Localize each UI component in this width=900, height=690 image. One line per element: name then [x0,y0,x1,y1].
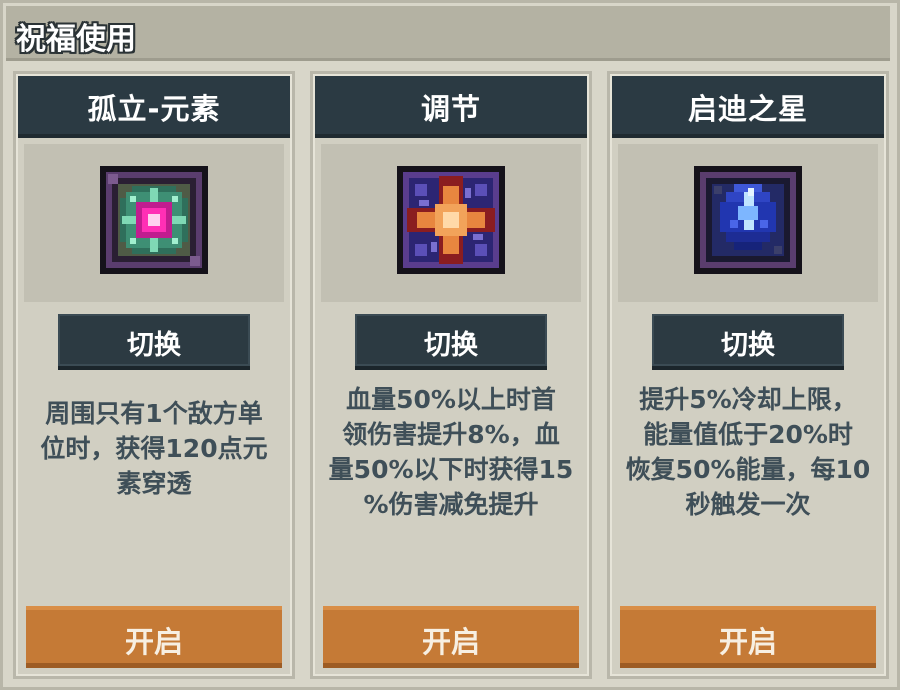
description-line: 恢复50%能量，每10 [625,455,871,484]
switch-button-label: 切换 [424,330,478,361]
icon-panel [24,144,284,302]
description-line: 领伤害提升8%，血 [342,420,560,449]
description-line: 血量50%以上时首 [346,385,556,414]
card-title: 启迪之星 [687,92,808,126]
card-description: 提升5%冷却上限， 能量值低于20%时 恢复50%能量，每10 秒触发一次 [616,382,880,522]
panel-title: 祝福使用 [16,22,136,57]
blessing-card-1: 孤立-元素 切换 周围只有1个敌方单 位时，获得120点元 素穿透 开启 [13,71,295,679]
open-button[interactable]: 开启 [620,606,876,668]
blessing-card-2: 调节 切换 血量50%以上时首 领伤害提升8%，血 量50%以下时获得15 %伤… [310,71,592,679]
icon-panel [321,144,581,302]
title-bar: 祝福使用 [6,6,890,61]
switch-button[interactable]: 切换 [58,314,250,370]
open-button[interactable]: 开启 [26,606,282,668]
switch-button-label: 切换 [127,330,181,361]
open-button-label: 开启 [421,625,480,659]
pink-gem-element-icon [96,162,212,278]
card-header: 孤立-元素 [18,76,290,138]
blessing-card-3: 启迪之星 切换 提升5%冷却上限， 能量值低于20%时 恢复50%能量，每10 … [607,71,889,679]
description-line: 量50%以下时获得15 [328,455,574,484]
card-description: 周围只有1个敌方单 位时，获得120点元 素穿透 [22,396,286,501]
open-button[interactable]: 开启 [323,606,579,668]
open-button-label: 开启 [124,625,183,659]
blessing-panel: 祝福使用 孤立-元素 切换 周围只有1个敌方单 位时，获得120点元 素穿透 开… [0,0,900,690]
switch-button-label: 切换 [721,330,775,361]
description-line: 周围只有1个敌方单 [45,399,263,428]
description-line: 秒触发一次 [685,490,811,519]
card-header: 启迪之星 [612,76,884,138]
description-line: 素穿透 [116,469,192,498]
blue-crystal-icon [690,162,806,278]
description-line: 能量值低于20%时 [643,420,853,449]
switch-button[interactable]: 切换 [355,314,547,370]
card-title: 孤立-元素 [87,92,221,126]
icon-panel [618,144,878,302]
description-line: %伤害减免提升 [363,490,539,519]
switch-button[interactable]: 切换 [652,314,844,370]
description-line: 提升5%冷却上限， [639,385,857,414]
card-title: 调节 [420,92,481,126]
card-header: 调节 [315,76,587,138]
open-button-label: 开启 [718,625,777,659]
description-line: 位时，获得120点元 [40,434,268,463]
orange-star-cross-icon [393,162,509,278]
card-description: 血量50%以上时首 领伤害提升8%，血 量50%以下时获得15 %伤害减免提升 [319,382,583,522]
